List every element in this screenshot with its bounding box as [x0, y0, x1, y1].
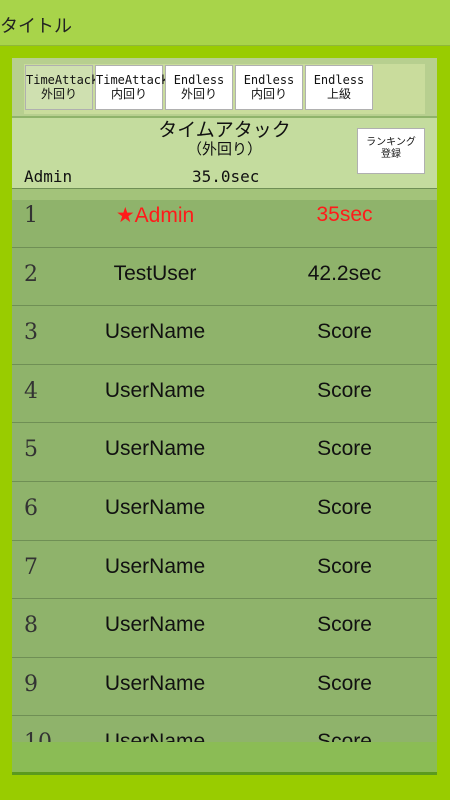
ranking-row: 1 ★Admin 35sec: [12, 188, 437, 246]
rank-number: 4: [24, 379, 38, 404]
player-score: 42.2sec: [307, 262, 382, 285]
rank-number: 1: [24, 203, 38, 228]
tab-label-line1: Endless: [243, 73, 295, 87]
ranking-row: 5 UserName Score: [12, 422, 437, 480]
player-name: UserName: [104, 496, 206, 519]
tab-timeattack-inner[interactable]: TimeAttack 内回り: [95, 65, 169, 110]
player-name: UserName: [104, 613, 206, 636]
tab-endless-inner[interactable]: Endless 内回り: [235, 65, 303, 110]
player-name: UserName: [104, 555, 206, 578]
rank-number: 6: [24, 496, 38, 521]
tab-label-line2: 内回り: [250, 87, 287, 101]
tab-label-line1: Endless: [313, 73, 365, 87]
ranking-row: 8 UserName Score: [12, 598, 437, 656]
player-score: Score: [317, 613, 372, 636]
tab-label-line1: TimeAttack: [96, 73, 169, 87]
player-score: Score: [317, 672, 372, 695]
ranking-row: 6 UserName Score: [12, 481, 437, 539]
rank-number: 8: [24, 613, 38, 638]
register-ranking-button[interactable]: ランキング登録: [357, 128, 425, 174]
list-footer: [12, 742, 437, 774]
player-score: Score: [317, 496, 372, 519]
player-name: ★Admin: [115, 204, 195, 227]
player-score: Score: [317, 320, 372, 343]
ranking-row: 4 UserName Score: [12, 364, 437, 422]
title-bar: タイトル: [0, 0, 450, 46]
tab-timeattack-outer[interactable]: TimeAttack 外回り: [25, 65, 99, 110]
player-score: 35sec: [316, 203, 373, 226]
tab-label-line2: 外回り: [180, 87, 217, 101]
rank-number: 5: [24, 437, 38, 462]
current-user-name: Admin: [24, 167, 73, 186]
tab-label-line2: 外回り: [40, 87, 77, 101]
tab-endless-outer[interactable]: Endless 外回り: [165, 65, 233, 110]
ranking-row: 2 TestUser 42.2sec: [12, 247, 437, 305]
player-name: UserName: [104, 320, 206, 343]
rank-number: 3: [24, 320, 38, 345]
current-user-score: 35.0sec: [192, 167, 260, 186]
player-score: Score: [317, 379, 372, 402]
player-name: UserName: [104, 379, 206, 402]
player-name: UserName: [104, 437, 206, 460]
player-score: Score: [317, 555, 372, 578]
tab-label-line2: 上級: [326, 87, 351, 101]
ranking-row: 3 UserName Score: [12, 305, 437, 363]
tab-label-line1: Endless: [173, 73, 225, 87]
tab-endless-advanced[interactable]: Endless 上級: [305, 65, 373, 110]
rank-number: 2: [24, 262, 38, 287]
player-name: TestUser: [113, 262, 197, 285]
ranking-row: 7 UserName Score: [12, 540, 437, 598]
title-button[interactable]: タイトル: [0, 12, 72, 38]
tab-label-line1: TimeAttack: [26, 73, 99, 87]
ranking-row: 9 UserName Score: [12, 657, 437, 715]
tab-label-line2: 内回り: [110, 87, 147, 101]
rank-number: 9: [24, 672, 38, 697]
player-score: Score: [317, 437, 372, 460]
player-name: UserName: [104, 672, 206, 695]
rank-number: 7: [24, 555, 38, 580]
footer-divider: [12, 772, 437, 775]
